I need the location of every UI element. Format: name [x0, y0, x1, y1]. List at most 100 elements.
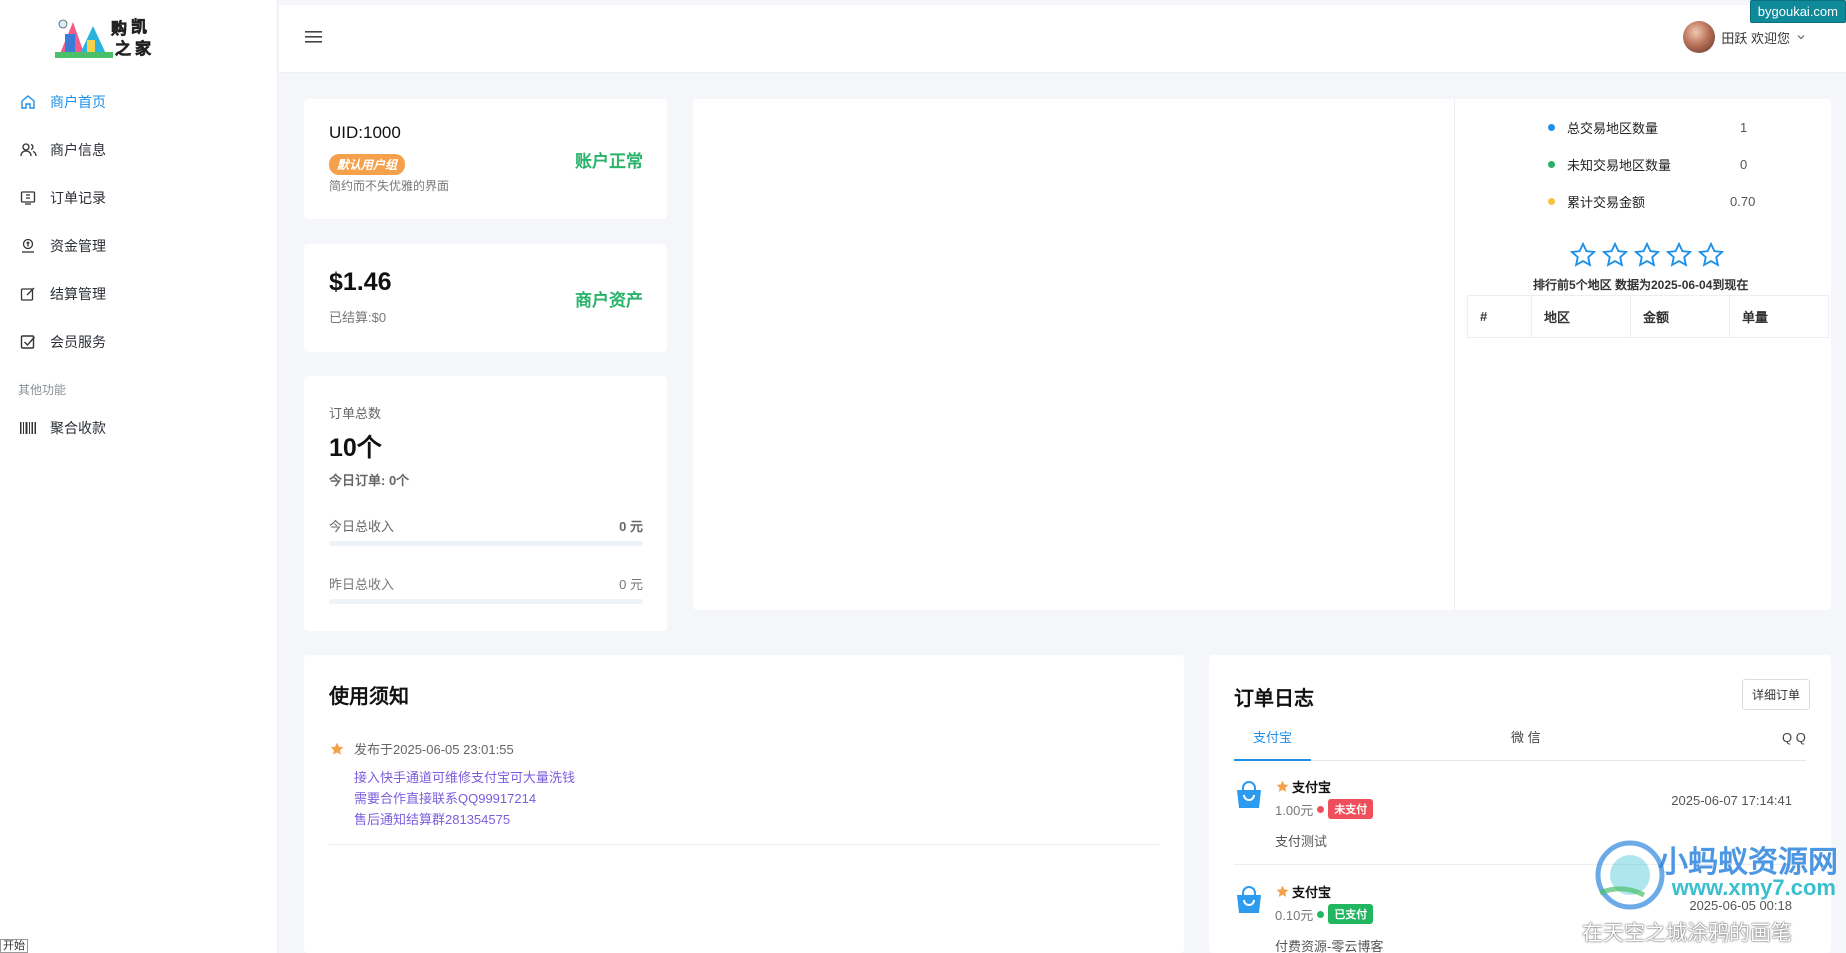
orders-summary-card: 订单总数 10个 今日订单: 0个 今日总收入 0 元 昨日总收入 0 元	[304, 376, 667, 631]
notice-line: 需要合作直接联系QQ99917214	[354, 791, 537, 806]
stat-row-total-amount: 累计交易金额 0.70	[1548, 192, 1808, 211]
stat-row-total-regions: 总交易地区数量 1	[1548, 118, 1808, 137]
today-income-row: 今日总收入 0 元	[329, 516, 643, 535]
sidebar-item-settlement[interactable]: 结算管理	[0, 270, 278, 318]
order-amount-row: 1.00元 未支付	[1275, 799, 1374, 819]
sidebar-item-funds[interactable]: 资金管理	[0, 222, 278, 270]
sidebar-item-label: 商户首页	[50, 94, 106, 110]
menu-toggle-icon[interactable]	[305, 29, 323, 45]
stat-label: 未知交易地区数量	[1567, 158, 1672, 173]
order-log-card: 订单日志 详细订单 支付宝 微 信 Q Q 支付宝 1.00元 未支付 2025…	[1209, 655, 1831, 953]
sidebar-section-label: 其他功能	[18, 383, 67, 397]
edit-icon	[18, 284, 38, 304]
stat-dot	[1548, 124, 1555, 131]
order-title: 支付宝	[1275, 777, 1331, 796]
assets-label: 商户资产	[575, 291, 643, 310]
region-stats-card: 总交易地区数量 1 未知交易地区数量 0 累计交易金额 0.70 排行前5个地区…	[693, 99, 1831, 610]
order-amount: 1.00元	[1275, 802, 1314, 818]
star-outline-icon	[1633, 241, 1661, 267]
rating-stars	[1569, 241, 1725, 269]
status-dot	[1317, 910, 1325, 918]
col-count[interactable]: 单量	[1729, 295, 1829, 338]
today-income-bar	[329, 541, 643, 546]
svg-text:之: 之	[115, 39, 131, 58]
avatar	[1683, 21, 1716, 53]
col-region[interactable]: 地区	[1531, 295, 1631, 338]
order-time: 2025-06-05 00:18	[1689, 898, 1792, 913]
sidebar-item-membership[interactable]: 会员服务	[0, 318, 278, 366]
notice-divider	[329, 844, 1159, 845]
sidebar-item-orders[interactable]: 订单记录	[0, 174, 278, 222]
notice-line: 接入快手通道可维修支付宝可大量洗钱	[354, 770, 576, 785]
tab-qq[interactable]: Q Q	[1782, 725, 1806, 761]
svg-text:凯: 凯	[131, 17, 147, 36]
notice-body: 接入快手通道可维修支付宝可大量洗钱 需要合作直接联系QQ99917214 售后通…	[354, 767, 575, 830]
status-badge: 已支付	[1328, 904, 1374, 924]
users-icon	[18, 140, 38, 160]
check-icon	[18, 332, 38, 352]
sidebar-item-label: 商户信息	[50, 142, 106, 158]
user-menu[interactable]: 田跃 欢迎您	[1683, 21, 1806, 53]
star-outline-icon	[1569, 241, 1597, 267]
star-filled-icon	[1276, 885, 1289, 897]
sidebar: 购 凯 之 家 商户首页 商户信息 订单记录 资金管理 结算管理 会员服务 其他…	[0, 0, 278, 953]
user-group-badge: 默认用户组	[329, 154, 406, 175]
stat-value: 0	[1740, 157, 1748, 172]
brand-logo[interactable]: 购 凯 之 家	[55, 12, 167, 60]
domain-badge: bygoukai.com	[1749, 0, 1846, 23]
tab-alipay[interactable]: 支付宝	[1234, 725, 1311, 761]
ranking-note: 排行前5个地区 数据为2025-06-04到现在	[1533, 278, 1749, 292]
notice-card: 使用须知 发布于2025-06-05 23:01:55 接入快手通道可维修支付宝…	[304, 655, 1184, 953]
notice-date: 发布于2025-06-05 23:01:55	[354, 742, 514, 757]
svg-text:购: 购	[111, 19, 127, 38]
sidebar-item-label: 订单记录	[50, 190, 106, 206]
stat-value: 1	[1740, 120, 1748, 135]
funds-icon	[18, 236, 38, 256]
col-amount[interactable]: 金额	[1630, 295, 1730, 338]
star-filled-icon	[330, 742, 344, 755]
settled-value: 已结算:$0	[329, 310, 387, 325]
payment-tabs: 支付宝 微 信 Q Q	[1234, 725, 1806, 761]
order-channel: 支付宝	[1292, 885, 1332, 900]
stat-dot	[1548, 161, 1555, 168]
notice-title: 使用须知	[329, 686, 409, 708]
panel-divider	[1454, 99, 1455, 610]
account-status: 账户正常	[575, 152, 643, 171]
sidebar-item-label: 结算管理	[50, 286, 106, 302]
star-outline-icon	[1665, 241, 1693, 267]
tagline: 简约而不失优雅的界面	[329, 179, 450, 193]
col-index[interactable]: #	[1467, 295, 1532, 338]
shopping-bag-icon	[1237, 781, 1261, 808]
barcode-icon	[18, 418, 38, 438]
home-icon	[18, 92, 38, 112]
order-amount-row: 0.10元 已支付	[1275, 904, 1374, 924]
tab-wechat[interactable]: 微 信	[1511, 725, 1541, 761]
yesterday-income-value: 0 元	[619, 577, 643, 592]
sidebar-item-label: 资金管理	[50, 238, 106, 254]
user-greeting: 田跃 欢迎您	[1721, 30, 1790, 46]
chevron-down-icon	[1797, 35, 1805, 40]
yesterday-income-bar	[329, 599, 643, 604]
total-orders-value: 10个	[329, 434, 382, 462]
assets-card: $1.46 已结算:$0 商户资产	[304, 244, 667, 352]
order-icon	[18, 188, 38, 208]
sidebar-item-merchant-info[interactable]: 商户信息	[0, 126, 278, 174]
order-divider	[1234, 864, 1806, 865]
list-item[interactable]: 支付宝 0.10元 已支付 2025-06-05 00:18 付费资源-零云博客	[1234, 885, 1806, 953]
today-income-label: 今日总收入	[329, 519, 395, 534]
start-tag[interactable]: 开始	[0, 939, 28, 953]
shopping-bag-icon	[1237, 886, 1261, 913]
sidebar-item-aggregate-payment[interactable]: 聚合收款	[0, 404, 278, 452]
region-ranking-table: # 地区 金额 单量	[1467, 295, 1829, 338]
notice-line: 售后通知结算群281354575	[354, 812, 511, 827]
svg-text:家: 家	[135, 39, 152, 58]
yesterday-income-row: 昨日总收入 0 元	[329, 574, 643, 593]
detail-orders-button[interactable]: 详细订单	[1741, 679, 1810, 710]
stat-value: 0.70	[1730, 194, 1756, 209]
list-item[interactable]: 支付宝 1.00元 未支付 2025-06-07 17:14:41 支付测试	[1234, 780, 1806, 871]
sidebar-item-home[interactable]: 商户首页	[0, 78, 278, 126]
status-badge: 未支付	[1328, 799, 1374, 819]
balance-value: $1.46	[329, 268, 392, 296]
sidebar-item-label: 聚合收款	[50, 420, 106, 436]
order-amount: 0.10元	[1275, 907, 1314, 923]
